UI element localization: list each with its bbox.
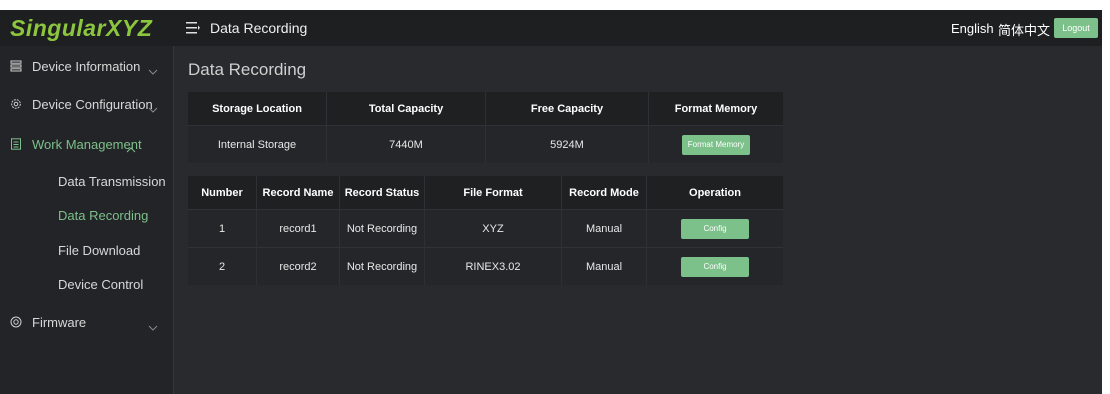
sidebar-subitem-data-transmission[interactable]: Data Transmission: [0, 164, 173, 198]
sidebar-item-label: Device Configuration: [32, 96, 153, 112]
sidebar-item-work-management[interactable]: Work Management: [0, 126, 173, 162]
header-title: Data Recording: [210, 20, 308, 36]
table-row: 1 record1 Not Recording XYZ Manual Confi…: [188, 209, 783, 248]
total-capacity-cell: 7440M: [326, 125, 486, 163]
config-button[interactable]: Config: [681, 256, 749, 277]
main-content: Data Recording Storage Location Total Ca…: [174, 46, 1102, 394]
storage-table: Storage Location Total Capacity Free Cap…: [188, 92, 783, 163]
operation-cell: Config: [646, 209, 783, 248]
column-header: Storage Location: [188, 92, 327, 126]
lang-chinese-link[interactable]: 简体中文: [998, 20, 1050, 39]
record-mode-cell: Manual: [561, 247, 647, 285]
column-header: File Format: [424, 176, 562, 210]
operation-cell: Config: [646, 247, 783, 285]
record-mode-cell: Manual: [561, 209, 647, 248]
record-status-cell: Not Recording: [339, 247, 425, 285]
file-format-cell: XYZ: [424, 209, 562, 248]
table-row: Internal Storage 7440M 5924M Format Memo…: [188, 125, 783, 163]
format-memory-cell: Format Memory: [648, 125, 783, 163]
lang-english-link[interactable]: English: [951, 21, 994, 36]
sidebar-subitem-label: File Download: [58, 242, 141, 258]
sidebar-item-device-information[interactable]: Device Information: [0, 48, 173, 84]
record-table: Number Record Name Record Status File Fo…: [188, 176, 783, 285]
brand-logo: SingularXYZ: [10, 15, 153, 41]
config-button[interactable]: Config: [681, 218, 749, 239]
column-header: Record Status: [339, 176, 425, 210]
column-header: Record Mode: [561, 176, 647, 210]
sidebar-subitem-data-recording[interactable]: Data Recording: [0, 198, 173, 232]
format-memory-button[interactable]: Format Memory: [682, 134, 750, 155]
firmware-icon: [10, 316, 22, 328]
sidebar-item-firmware[interactable]: Firmware: [0, 304, 173, 340]
record-name-cell: record1: [256, 209, 340, 248]
column-header: Number: [188, 176, 257, 210]
sidebar-subitem-label: Data Recording: [58, 207, 149, 223]
column-header: Operation: [646, 176, 783, 210]
logout-button[interactable]: Logout: [1054, 18, 1098, 38]
sidebar-subitem-file-download[interactable]: File Download: [0, 233, 173, 267]
column-header: Format Memory: [648, 92, 783, 126]
chevron-up-icon: [126, 141, 136, 153]
column-header: Record Name: [256, 176, 340, 210]
table-row: 2 record2 Not Recording RINEX3.02 Manual…: [188, 247, 783, 285]
document-icon: [10, 138, 22, 150]
chevron-down-icon: [148, 101, 158, 113]
sidebar: Device Information Device Configuration …: [0, 46, 174, 394]
list-icon: [10, 60, 22, 72]
sidebar-subitem-label: Data Transmission: [58, 173, 166, 189]
number-cell: 1: [188, 209, 257, 248]
top-bar: SingularXYZ Data Recording English 简体中文 …: [0, 10, 1102, 46]
record-status-cell: Not Recording: [339, 209, 425, 248]
storage-location-cell: Internal Storage: [188, 125, 327, 163]
record-name-cell: record2: [256, 247, 340, 285]
sidebar-item-label: Firmware: [32, 314, 87, 330]
free-capacity-cell: 5924M: [485, 125, 649, 163]
table-header-row: Storage Location Total Capacity Free Cap…: [188, 92, 783, 126]
sidebar-subitem-device-control[interactable]: Device Control: [0, 267, 173, 301]
sidebar-subitem-label: Device Control: [58, 276, 144, 292]
gear-icon: [10, 98, 22, 110]
menu-fold-icon[interactable]: [186, 20, 200, 36]
file-format-cell: RINEX3.02: [424, 247, 562, 285]
page-title: Data Recording: [188, 60, 307, 79]
sidebar-item-label: Device Information: [32, 58, 141, 74]
sidebar-item-device-configuration[interactable]: Device Configuration: [0, 86, 173, 122]
column-header: Total Capacity: [326, 92, 486, 126]
chevron-down-icon: [148, 63, 158, 75]
column-header: Free Capacity: [485, 92, 649, 126]
chevron-down-icon: [148, 319, 158, 331]
table-header-row: Number Record Name Record Status File Fo…: [188, 176, 783, 210]
number-cell: 2: [188, 247, 257, 285]
